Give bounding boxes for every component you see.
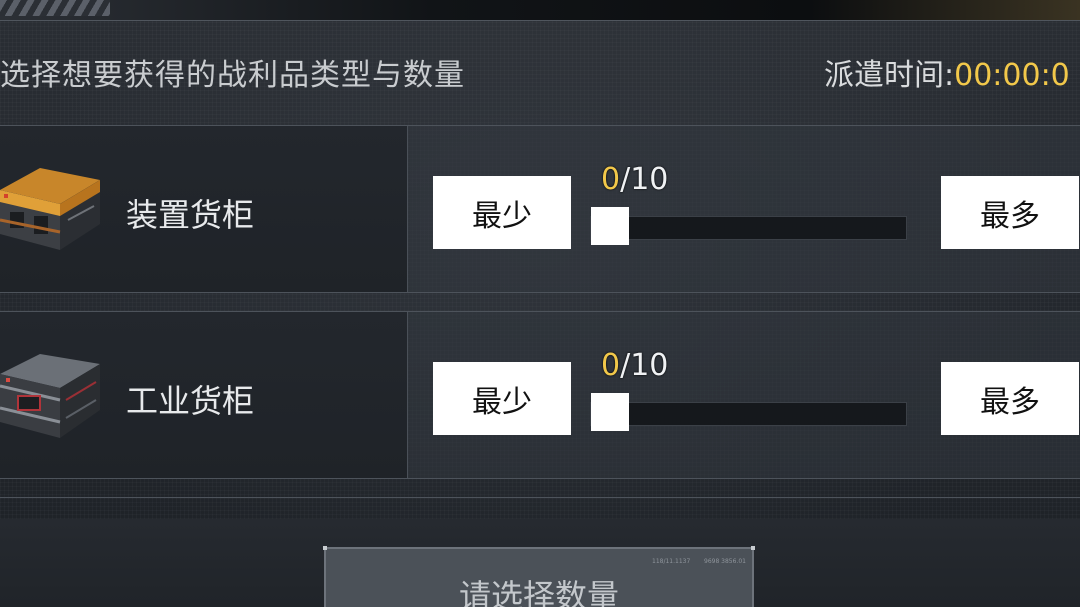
- section-divider: [0, 497, 1080, 498]
- max-button[interactable]: 最多: [941, 176, 1079, 249]
- loot-selection-screen: 选择想要获得的战利品类型与数量 派遣时间:00:00:0 装置货柜 最少 0/1…: [0, 0, 1080, 607]
- max-button[interactable]: 最多: [941, 362, 1079, 435]
- current-quantity: 0: [601, 348, 621, 383]
- max-quantity: /10: [620, 162, 669, 197]
- min-button[interactable]: 最少: [433, 362, 571, 435]
- confirm-button[interactable]: 118/11.1137 9698 3856.01 请选择数量: [323, 546, 755, 607]
- dispatch-time: 派遣时间:00:00:0: [824, 50, 1070, 94]
- item-info-panel: 工业货柜: [0, 312, 408, 478]
- loot-row-industrial-container: 工业货柜 最少 0/10 最多: [0, 311, 1080, 479]
- top-bar: [0, 0, 1080, 20]
- quantity-slider-handle[interactable]: [591, 393, 629, 431]
- orange-crate-icon: [0, 168, 100, 250]
- quantity-slider-handle[interactable]: [591, 207, 629, 245]
- quantity-counter: 0/10: [601, 162, 668, 197]
- quantity-counter: 0/10: [601, 348, 668, 383]
- dispatch-time-value: 00:00:0: [954, 58, 1070, 93]
- min-button[interactable]: 最少: [433, 176, 571, 249]
- confirm-label: 请选择数量: [458, 577, 619, 607]
- confirm-tiny-text: 118/11.1137: [652, 558, 691, 565]
- corner-marker: [751, 546, 755, 550]
- hazard-stripes: [0, 0, 110, 16]
- instruction-text: 选择想要获得的战利品类型与数量: [0, 58, 465, 93]
- dispatch-label: 派遣时间:: [824, 58, 955, 93]
- max-quantity: /10: [620, 348, 669, 383]
- item-name: 装置货柜: [126, 196, 255, 234]
- current-quantity: 0: [601, 162, 621, 197]
- loot-row-device-container: 装置货柜 最少 0/10 最多: [0, 125, 1080, 293]
- corner-marker: [323, 546, 327, 550]
- confirm-tiny-text: 9698 3856.01: [704, 558, 746, 565]
- quantity-slider-track[interactable]: [590, 216, 907, 240]
- item-name: 工业货柜: [126, 382, 255, 420]
- top-divider: [0, 20, 1080, 21]
- quantity-slider-track[interactable]: [590, 402, 907, 426]
- item-info-panel: 装置货柜: [0, 126, 408, 292]
- gray-crate-icon: [0, 354, 100, 438]
